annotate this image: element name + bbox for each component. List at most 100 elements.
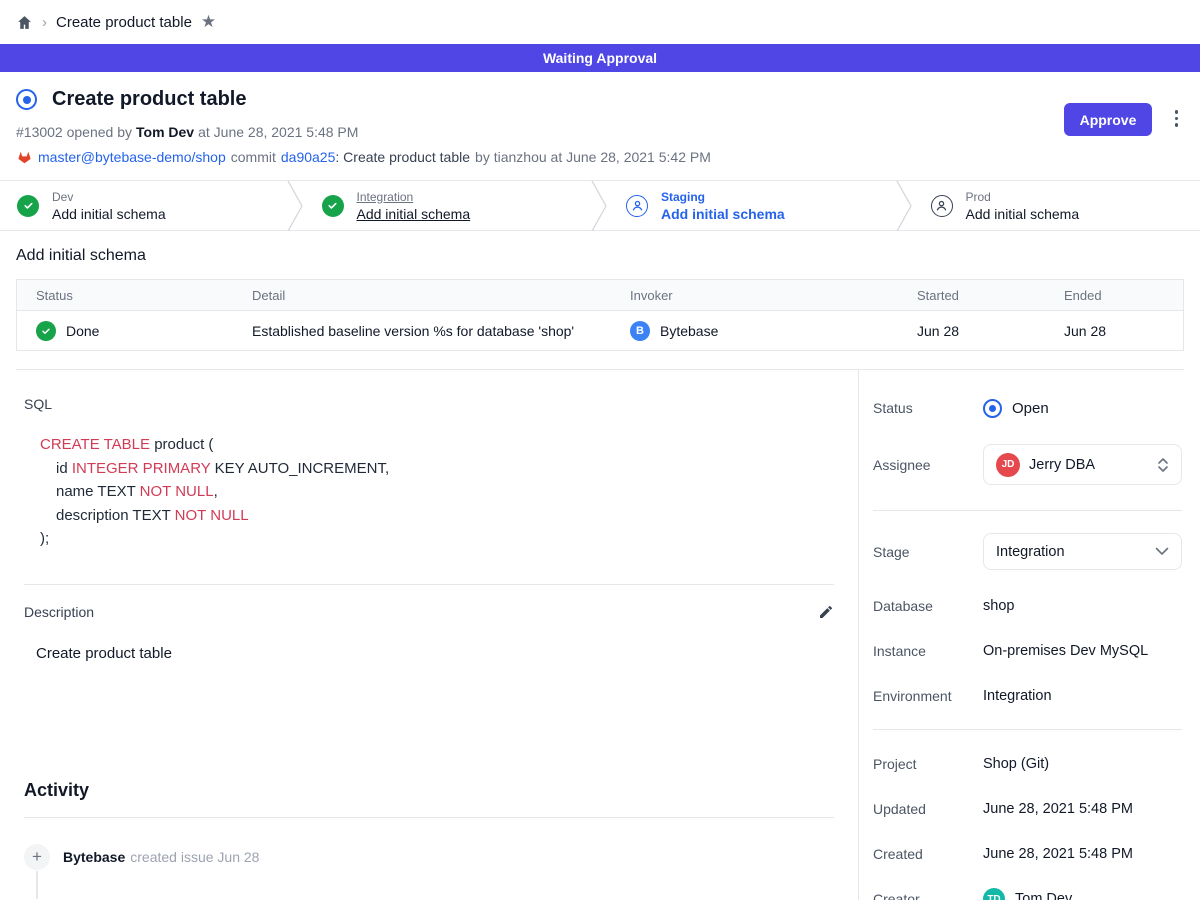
issue-id: #13002 opened by [16, 124, 132, 140]
sidebar-divider [873, 729, 1182, 730]
database-value: shop [983, 598, 1014, 614]
col-status: Status [17, 288, 233, 303]
pipeline-stages: Dev Add initial schema Integration Add i… [0, 180, 1200, 231]
commit-message: : Create product table [335, 149, 470, 165]
description-text: Create product table [36, 645, 834, 662]
sql-keyword: NOT NULL [175, 507, 249, 524]
environment-label: Environment [873, 688, 983, 704]
issue-open-icon [16, 89, 37, 110]
breadcrumb: › Create product table ★ [0, 0, 1200, 44]
task-status: Done [66, 323, 99, 339]
stage-dev[interactable]: Dev Add initial schema [0, 181, 287, 230]
task-section-title: Add initial schema [16, 247, 1184, 265]
timeline-connector [36, 871, 38, 899]
commit-author-time: by tianzhou at June 28, 2021 5:42 PM [475, 149, 711, 165]
issue-title: Create product table [52, 88, 246, 111]
commit-info: master@bytebase-demo/shop commit da90a25… [16, 149, 1184, 165]
banner-text: Waiting Approval [543, 50, 657, 66]
stage-task-name: Add initial schema [357, 206, 471, 222]
project-label: Project [873, 756, 983, 772]
stage-staging[interactable]: Staging Add initial schema [609, 181, 896, 230]
breadcrumb-page-title: Create product table [56, 14, 192, 31]
stage-task-name: Add initial schema [966, 206, 1080, 222]
assignee-value: Jerry DBA [1029, 457, 1148, 473]
assignee-avatar: JD [996, 453, 1020, 477]
stage-env-name: Dev [52, 190, 166, 204]
updown-chevron-icon [1157, 456, 1169, 474]
commit-branch-link[interactable]: master@bytebase-demo/shop [38, 149, 226, 165]
assignee-label: Assignee [873, 457, 983, 473]
sql-text: KEY AUTO_INCREMENT, [210, 460, 389, 477]
sql-line: description TEXT NOT NULL [40, 504, 834, 528]
sql-code: CREATE TABLE product (id INTEGER PRIMARY… [40, 433, 834, 551]
instance-label: Instance [873, 643, 983, 659]
sql-text: id [56, 460, 72, 477]
sql-line: CREATE TABLE product ( [40, 433, 834, 457]
col-invoker: Invoker [611, 288, 898, 303]
stage-integration[interactable]: Integration Add initial schema [305, 181, 592, 230]
stage-prod[interactable]: Prod Add initial schema [914, 181, 1200, 230]
waiting-approval-banner: Waiting Approval [0, 44, 1200, 72]
person-circle-icon [626, 195, 648, 217]
created-label: Created [873, 846, 983, 862]
open-status-icon [983, 399, 1002, 418]
check-circle-icon [322, 195, 344, 217]
database-label: Database [873, 598, 983, 614]
stage-task-name: Add initial schema [661, 206, 785, 222]
gitlab-icon [16, 149, 33, 165]
favorite-star-icon[interactable]: ★ [201, 12, 216, 32]
sidebar-divider [873, 510, 1182, 511]
issue-sidebar: Status Open Assignee JD Jerry DBA Stage … [858, 370, 1200, 900]
stage-select[interactable]: Integration [983, 533, 1182, 570]
approve-button[interactable]: Approve [1064, 103, 1152, 136]
sql-label: SQL [24, 396, 834, 412]
sql-line: ); [40, 527, 834, 551]
task-table: Status Detail Invoker Started Ended Done… [16, 279, 1184, 351]
created-value: June 28, 2021 5:48 PM [983, 846, 1133, 862]
stage-label: Stage [873, 544, 983, 560]
status-label: Status [873, 400, 983, 416]
main-panel: SQL CREATE TABLE product (id INTEGER PRI… [0, 370, 858, 900]
done-check-icon [36, 321, 56, 341]
stage-env-name: Integration [357, 190, 471, 204]
stage-separator-icon [591, 181, 609, 231]
stage-value: Integration [996, 544, 1146, 560]
commit-hash-link[interactable]: da90a25 [281, 149, 336, 165]
home-icon[interactable] [16, 14, 33, 31]
sql-keyword: INTEGER PRIMARY [72, 460, 211, 477]
stage-env-name: Prod [966, 190, 1080, 204]
col-ended: Ended [1045, 288, 1183, 303]
edit-pencil-icon[interactable] [818, 604, 834, 620]
instance-value: On-premises Dev MySQL [983, 643, 1148, 659]
creator-value: Tom Dev [1015, 891, 1072, 900]
sql-text: product ( [150, 436, 213, 453]
divider [24, 817, 834, 818]
activity-item: + Bytebase created issue Jun 28 [24, 844, 834, 870]
updated-label: Updated [873, 801, 983, 817]
person-circle-icon [931, 195, 953, 217]
bytebase-avatar: B [630, 321, 650, 341]
task-table-row[interactable]: Done Established baseline version %s for… [17, 310, 1183, 350]
issue-meta: #13002 opened by Tom Dev at June 28, 202… [16, 124, 1184, 140]
issue-author: Tom Dev [136, 124, 194, 140]
updated-value: June 28, 2021 5:48 PM [983, 801, 1133, 817]
plus-icon: + [24, 844, 50, 870]
activity-actor: Bytebase [63, 849, 125, 865]
breadcrumb-separator-icon: › [42, 14, 47, 31]
commit-word: commit [231, 149, 276, 165]
sql-text: description TEXT [56, 507, 175, 524]
task-section: Add initial schema Status Detail Invoker… [0, 231, 1200, 370]
environment-value: Integration [983, 688, 1052, 704]
task-ended: Jun 28 [1045, 323, 1183, 339]
issue-opened-time: at June 28, 2021 5:48 PM [198, 124, 358, 140]
sql-line: id INTEGER PRIMARY KEY AUTO_INCREMENT, [40, 457, 834, 481]
task-started: Jun 28 [898, 323, 1045, 339]
status-value: Open [1012, 400, 1049, 417]
task-invoker: Bytebase [660, 323, 718, 339]
stage-separator-icon [287, 181, 305, 231]
assignee-select[interactable]: JD Jerry DBA [983, 444, 1182, 485]
creator-avatar: TD [983, 888, 1005, 900]
more-options-icon[interactable] [1173, 108, 1181, 129]
task-table-header: Status Detail Invoker Started Ended [17, 280, 1183, 310]
issue-header: Create product table #13002 opened by To… [0, 72, 1200, 180]
